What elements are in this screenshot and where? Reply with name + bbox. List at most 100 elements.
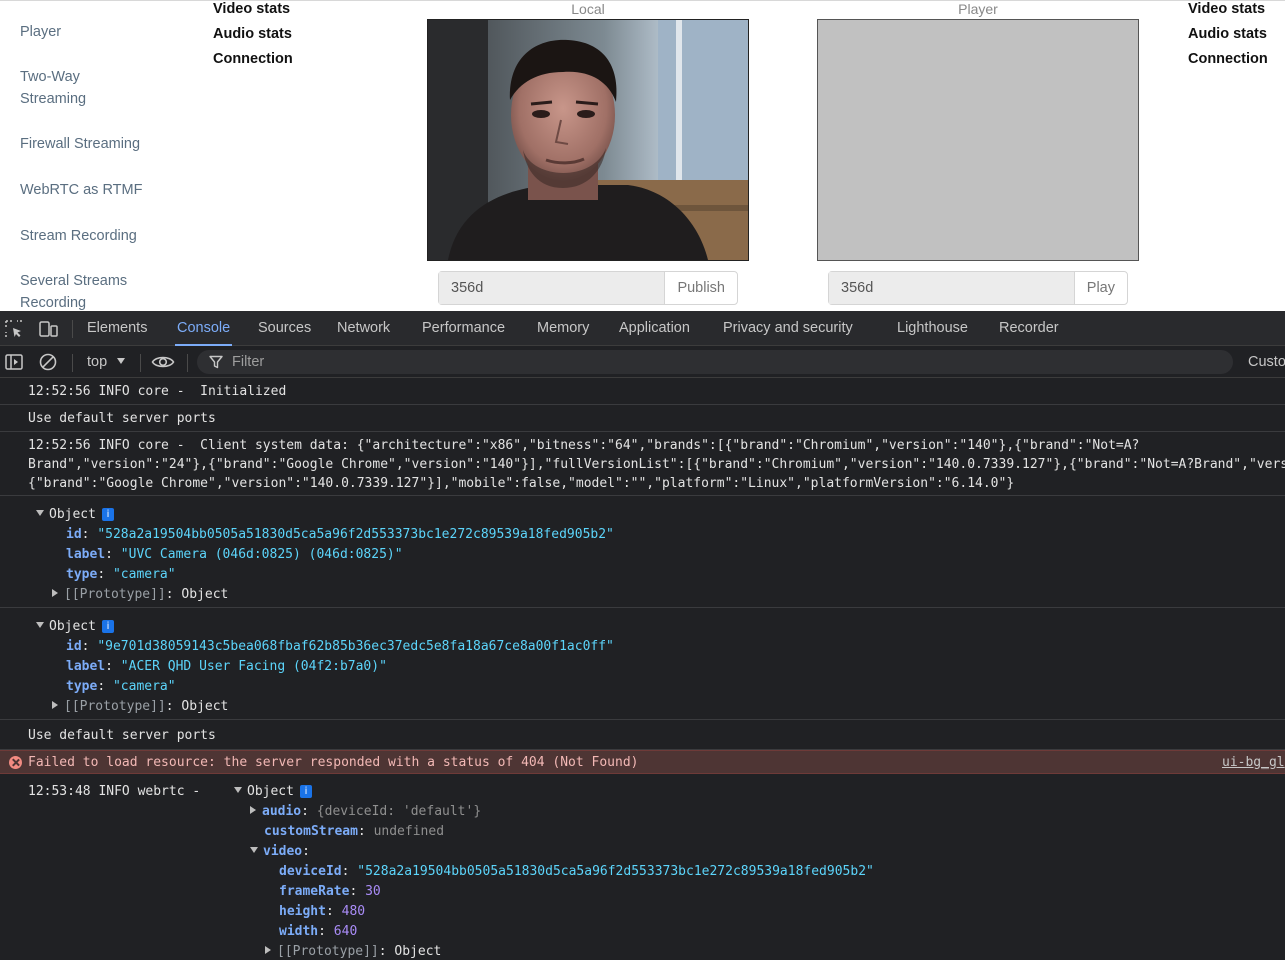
prototype-label: [[Prototype]] — [277, 944, 379, 959]
nav-item-player[interactable]: Player — [20, 21, 180, 43]
object-property-value: {deviceId: 'default'} — [316, 804, 482, 819]
object-property[interactable]: video: — [250, 842, 310, 862]
tab-application[interactable]: Application — [619, 311, 690, 346]
chevron-right-icon — [52, 701, 58, 709]
nav-item-two-way-streaming[interactable]: Two-Way Streaming — [20, 66, 180, 110]
device-toolbar-icon[interactable] — [38, 319, 58, 339]
object-expander[interactable]: Object i — [36, 505, 114, 525]
tab-performance[interactable]: Performance — [422, 311, 505, 346]
chevron-down-icon — [36, 622, 44, 628]
console-message: 12:52:56 INFO core - Client system data:… — [0, 432, 1285, 496]
console-error-message: Failed to load resource: the server resp… — [0, 750, 1285, 774]
object-property-value: "camera" — [112, 679, 176, 694]
console-message-text: Brand","version":"24"},{"brand":"Google … — [28, 457, 1285, 472]
local-label: Local — [571, 1, 605, 17]
nav-item-stream-recording[interactable]: Stream Recording — [20, 225, 180, 247]
object-property-value: "ACER QHD User Facing (04f2:b7a0)" — [120, 659, 387, 674]
player-label: Player — [958, 1, 998, 17]
publish-input-group: 356d Publish — [438, 271, 738, 305]
object-property-value: "528a2a19504bb0505a51830d5ca5a96f2d55337… — [97, 527, 614, 542]
local-video — [427, 19, 749, 261]
object-label: Object — [49, 619, 96, 634]
publish-button[interactable]: Publish — [665, 272, 737, 304]
object-property-value: undefined — [373, 824, 445, 839]
nav-item-several-streams-recording[interactable]: Several Streams Recording — [20, 270, 180, 311]
filter-icon — [209, 355, 223, 369]
object-property: deviceId: "528a2a19504bb0505a51830d5ca5a… — [279, 864, 874, 879]
console-object-entry: Object i id: "528a2a19504bb0505a51830d5ca… — [0, 496, 1285, 608]
object-property[interactable]: audio: {deviceId: 'default'} — [250, 802, 481, 822]
prototype-label: [[Prototype]] — [64, 587, 166, 602]
info-icon: i — [101, 508, 114, 521]
tab-recorder[interactable]: Recorder — [999, 311, 1059, 346]
info-icon: i — [299, 785, 312, 798]
play-button[interactable]: Play — [1074, 272, 1127, 304]
chevron-right-icon — [52, 589, 58, 597]
object-property: height: 480 — [279, 904, 366, 919]
info-icon: i — [101, 620, 114, 633]
object-expander[interactable]: Object i — [234, 782, 312, 802]
object-property: width: 640 — [279, 924, 358, 939]
live-expression-eye-icon[interactable] — [151, 352, 175, 372]
nav-item-firewall-streaming[interactable]: Firewall Streaming — [20, 133, 180, 155]
toolbar-separator — [72, 354, 73, 372]
console-toolbar: top Filter Custo — [0, 346, 1285, 378]
chevron-down-icon — [117, 358, 126, 364]
play-stream-name-input[interactable]: 356d — [829, 272, 1075, 304]
console-message-text: {"brand":"Google Chrome","version":"140.… — [28, 476, 1015, 491]
object-property-value: "528a2a19504bb0505a51830d5ca5a96f2d55337… — [357, 864, 874, 879]
tab-privacy-and-security[interactable]: Privacy and security — [723, 311, 853, 346]
console-object-entry: Object i id: "9e701d38059143c5bea068fbaf6… — [0, 608, 1285, 720]
tab-network[interactable]: Network — [337, 311, 390, 346]
object-property-value: 640 — [333, 924, 358, 939]
tab-sources[interactable]: Sources — [258, 311, 311, 346]
inspect-element-icon[interactable] — [4, 319, 24, 339]
error-icon — [9, 756, 22, 769]
devtools-tabbar: Elements Console Sources Network Perform… — [0, 311, 1285, 346]
local-stats-panel: Video stats Audio stats Connection — [213, 0, 293, 75]
player-video-stats[interactable]: Video stats — [1188, 0, 1268, 25]
console-filter-input[interactable]: Filter — [197, 350, 1233, 374]
nav-item-webrtc-as-rtmf[interactable]: WebRTC as RTMF — [20, 179, 180, 201]
local-connection[interactable]: Connection — [213, 50, 293, 75]
console-message-text: Use default server ports — [28, 728, 216, 743]
sidebar-toggle-icon[interactable] — [4, 352, 24, 372]
object-property: label: "UVC Camera (046d:0825) (046d:082… — [66, 547, 403, 562]
context-selector-value: top — [87, 354, 108, 370]
console-message-text: 12:53:48 INFO webrtc - — [28, 784, 201, 799]
object-property-value: 480 — [341, 904, 366, 919]
tab-memory[interactable]: Memory — [537, 311, 589, 346]
object-label: Object — [49, 507, 96, 522]
prototype-expander[interactable]: [[Prototype]]: Object — [52, 585, 228, 605]
object-property: type: "camera" — [66, 567, 176, 582]
clear-console-icon[interactable] — [38, 352, 58, 372]
object-property-value: "camera" — [112, 567, 176, 582]
object-property: frameRate: 30 — [279, 884, 381, 899]
local-audio-stats[interactable]: Audio stats — [213, 25, 293, 50]
error-source-link[interactable]: ui-bg_gl — [1222, 753, 1285, 772]
prototype-expander[interactable]: [[Prototype]]: Object — [265, 942, 441, 960]
prototype-expander[interactable]: [[Prototype]]: Object — [52, 697, 228, 717]
player-column: Player — [817, 0, 1139, 18]
console-message: Use default server ports — [0, 720, 1285, 750]
local-column: Local — [427, 0, 749, 18]
object-property: id: "9e701d38059143c5bea068fbaf62b85b36e… — [66, 639, 614, 654]
error-text: Failed to load resource: the server resp… — [28, 755, 639, 770]
custom-levels-dropdown[interactable]: Custo — [1248, 346, 1285, 378]
prototype-label: [[Prototype]] — [64, 699, 166, 714]
tab-lighthouse[interactable]: Lighthouse — [897, 311, 968, 346]
tab-console[interactable]: Console — [174, 311, 233, 346]
object-expander[interactable]: Object i — [36, 617, 114, 637]
player-audio-stats[interactable]: Audio stats — [1188, 25, 1268, 50]
context-selector[interactable]: top — [87, 346, 126, 378]
tab-elements[interactable]: Elements — [87, 311, 147, 346]
chevron-down-icon — [250, 847, 258, 853]
publish-stream-name-input[interactable]: 356d — [439, 272, 666, 304]
console-message-text: 12:52:56 INFO core - Client system data:… — [28, 438, 1140, 453]
console-message: 12:52:56 INFO core - Initialized — [0, 378, 1285, 405]
tabbar-separator — [72, 320, 73, 338]
local-video-stats[interactable]: Video stats — [213, 0, 293, 25]
player-connection[interactable]: Connection — [1188, 50, 1268, 75]
object-property-value: "9e701d38059143c5bea068fbaf62b85b36ec37e… — [97, 639, 614, 654]
object-property: id: "528a2a19504bb0505a51830d5ca5a96f2d5… — [66, 527, 614, 542]
